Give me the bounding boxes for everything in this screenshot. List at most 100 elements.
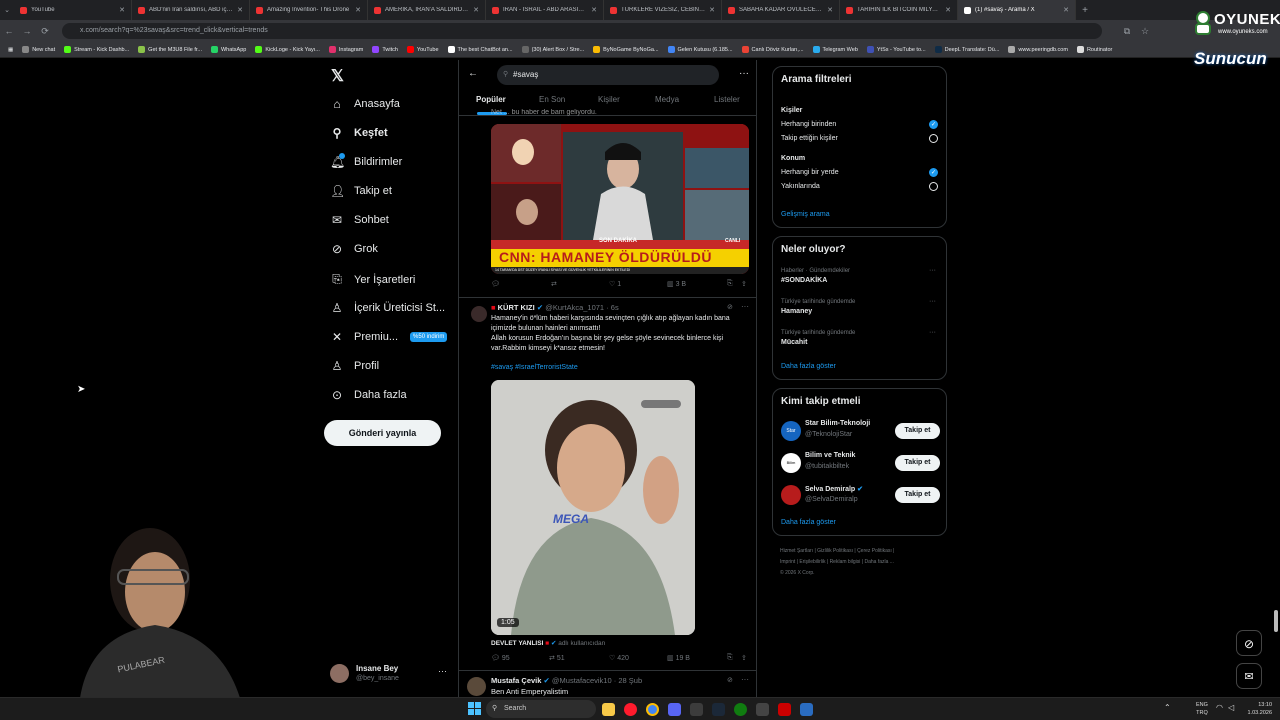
follow-button[interactable]: Takip et	[895, 487, 940, 503]
close-icon[interactable]: ✕	[945, 6, 951, 14]
views-button[interactable]: ▥ 19 B	[667, 654, 690, 662]
radio-following[interactable]	[929, 134, 938, 143]
bookmark-item[interactable]: Instagram	[328, 46, 363, 53]
url-bar[interactable]: x.com/search?q=%23savaş&src=trend_click&…	[62, 23, 1102, 39]
close-icon[interactable]: ✕	[473, 6, 479, 14]
messages-float-button[interactable]: ✉	[1236, 663, 1262, 689]
filter-option-anywhere[interactable]: Herhangi bir yerde	[781, 169, 839, 176]
bookmark-item[interactable]: www.peeringdb.com	[1008, 46, 1068, 53]
browser-tab[interactable]: AMERİKA, İRAN'A SALDIRDI | T... ✕	[368, 0, 486, 20]
bookmark-item[interactable]: New chat	[22, 46, 55, 53]
close-icon[interactable]: ✕	[237, 6, 243, 14]
more-icon[interactable]: ···	[929, 298, 936, 305]
tweet-time[interactable]: 28 Şub	[618, 676, 642, 685]
discord-icon[interactable]	[668, 703, 681, 716]
share-icon[interactable]: ⇪	[741, 654, 747, 662]
close-icon[interactable]: ✕	[1063, 6, 1069, 14]
nav-chat[interactable]: ✉ Sohbet	[330, 213, 389, 227]
tweet-image[interactable]: SON DAKİKA CANLI CNN: HAMANEY ÖLDÜRÜLDÜ …	[491, 124, 749, 274]
bookmark-icon[interactable]: ⎘	[727, 654, 733, 662]
avatar[interactable]	[471, 306, 487, 322]
post-button[interactable]: Gönderi yayınla	[324, 420, 441, 446]
avatar[interactable]	[467, 677, 486, 696]
browser-tab[interactable]: TÜRKLERE VİZESİZ, CEBİNİZİ YO...✕	[604, 0, 722, 20]
filter-option-following[interactable]: Takip ettiğin kişiler	[781, 135, 838, 142]
close-icon[interactable]: ✕	[591, 6, 597, 14]
repost-icon[interactable]: ⇄	[551, 280, 557, 288]
account-name[interactable]: Bilim ve Teknik	[805, 452, 855, 459]
tab-people[interactable]: Kişiler	[598, 95, 620, 104]
start-icon[interactable]	[468, 702, 481, 715]
views-button[interactable]: ▥ 3 B	[667, 280, 686, 288]
browser-tab[interactable]: SABAHA KADAR ÖVÜLECEK OY... ✕	[722, 0, 840, 20]
clock[interactable]: 13:10 1.03.2026	[1240, 701, 1272, 717]
bookmark-item[interactable]: Telegram Web	[812, 46, 858, 53]
bookmark-icon[interactable]: ⎘	[727, 280, 733, 288]
search-input[interactable]: ⚲ #savaş	[497, 65, 719, 85]
bookmark-item[interactable]: Get the M3U8 File fr...	[138, 46, 202, 53]
reload-icon[interactable]: ⟳	[36, 26, 54, 37]
follow-button[interactable]: Takip et	[895, 455, 940, 471]
chrome-icon[interactable]	[646, 703, 659, 716]
bookmark-item[interactable]: The best ChatBot an...	[447, 46, 513, 53]
like-button[interactable]: ♡ 1	[609, 280, 621, 288]
repost-button[interactable]: ⇄ 51	[549, 654, 565, 662]
more-icon[interactable]: ···	[741, 302, 749, 311]
footer-link[interactable]: Imprint	[780, 559, 795, 565]
radio-nearby[interactable]	[929, 182, 938, 191]
filter-option-anyone[interactable]: Herhangi birinden	[781, 121, 836, 128]
more-icon[interactable]: ···	[438, 666, 447, 676]
wifi-icon[interactable]: ◠	[1216, 703, 1223, 712]
bookmark-item[interactable]: Routinator	[1076, 46, 1112, 53]
author-name[interactable]: KÜRT KIZI	[498, 303, 535, 312]
tab-popular[interactable]: Popüler	[476, 95, 506, 104]
bookmark-item[interactable]: (30) Alert Box / Stre...	[521, 46, 584, 53]
volume-icon[interactable]: ◁	[1228, 703, 1234, 712]
search-more-icon[interactable]: ···	[739, 68, 749, 79]
x-logo-icon[interactable]: 𝕏	[331, 66, 344, 86]
app-icon[interactable]	[756, 703, 769, 716]
author-handle[interactable]: @KurtAkca_1071	[545, 303, 604, 312]
trend-name[interactable]: Hamaney	[781, 308, 812, 315]
tab-lists[interactable]: Listeler	[714, 95, 740, 104]
account-name[interactable]: Star Bilim-Teknoloji	[805, 420, 870, 427]
show-more-link[interactable]: Daha fazla göster	[781, 519, 836, 526]
bookmark-item[interactable]: YouTube	[406, 46, 439, 53]
filter-option-nearby[interactable]: Yakınlarında	[781, 183, 820, 190]
footer-link[interactable]: Hizmet Şartları	[780, 548, 813, 554]
reply-button[interactable]: 💬︎ 95	[491, 654, 510, 662]
apps-icon[interactable]: ▦	[8, 47, 13, 53]
bookmark-item[interactable]: ByNoGame ByNoGa...	[593, 46, 659, 53]
radio-anyone[interactable]: ✓	[929, 120, 938, 129]
app-icon[interactable]	[800, 703, 813, 716]
back-icon[interactable]: ←	[0, 26, 18, 36]
bookmark-item[interactable]: WhatsApp	[210, 46, 246, 53]
close-icon[interactable]: ✕	[355, 6, 361, 14]
scrollbar[interactable]	[1274, 610, 1278, 632]
new-tab-icon[interactable]: +	[1076, 5, 1094, 16]
tab-latest[interactable]: En Son	[539, 95, 565, 104]
follow-button[interactable]: Takip et	[895, 423, 940, 439]
trend-name[interactable]: Mücahit	[781, 339, 807, 346]
tab-media[interactable]: Medya	[655, 95, 679, 104]
browser-tab[interactable]: ABD'nin İran saldırısı, ABD için... ✕	[132, 0, 250, 20]
tweet-time[interactable]: 6s	[611, 303, 619, 312]
account-name[interactable]: Selva Demiralp ✔	[805, 485, 863, 493]
bookmark-item[interactable]: KickLoge - Kick Yayı...	[255, 46, 320, 53]
grok-icon[interactable]: ⊘	[727, 676, 733, 684]
browser-tab[interactable]: YouTube ✕	[14, 0, 132, 20]
author-name[interactable]: Mustafa Çevik	[491, 676, 541, 685]
bookmark-item[interactable]: Canlı Döviz Kurları,...	[741, 46, 804, 53]
bookmark-item[interactable]: YtSs - YouTube to...	[866, 46, 926, 53]
install-icon[interactable]: ⧉	[1118, 26, 1136, 37]
more-icon[interactable]: ···	[929, 267, 936, 274]
app-icon[interactable]	[778, 703, 791, 716]
back-arrow-icon[interactable]: ←	[468, 68, 478, 79]
nav-profile[interactable]: ♙ Profil	[330, 359, 379, 373]
nav-creator-studio[interactable]: ♙ İçerik Üreticisi St...	[330, 301, 445, 315]
trend-name[interactable]: #SONDAKİKA	[781, 277, 827, 284]
reply-icon[interactable]: 💬︎	[491, 280, 500, 288]
like-button[interactable]: ♡ 420	[609, 654, 629, 662]
footer-link[interactable]: Gizlilik Politikası	[817, 548, 853, 554]
opera-icon[interactable]	[624, 703, 637, 716]
